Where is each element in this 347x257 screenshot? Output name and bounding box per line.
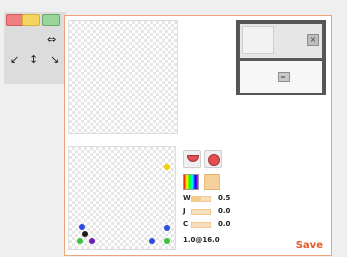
slider-w: W 0.5 — [183, 194, 243, 204]
top-canvas[interactable] — [68, 20, 178, 134]
slider-c: C 0.0 — [183, 220, 243, 230]
slider-w-track[interactable] — [191, 196, 211, 202]
preview-bottom — [240, 61, 322, 93]
control-point[interactable] — [79, 224, 85, 230]
slider-c-label: C — [183, 220, 189, 228]
ratio-readout: 1.0@16.0 — [183, 236, 220, 244]
gradient-icon[interactable] — [183, 174, 199, 190]
move-horizontal-icon[interactable]: ⇔ — [47, 34, 56, 45]
slider-w-fill — [192, 197, 201, 201]
slider-c-track[interactable] — [191, 222, 211, 228]
move-vertical-icon[interactable]: ↕ — [29, 54, 38, 65]
control-point[interactable] — [149, 238, 155, 244]
slider-c-value: 0.0 — [218, 220, 231, 228]
slider-w-value: 0.5 — [218, 194, 231, 202]
preview-panel: × — [236, 20, 326, 95]
close-icon[interactable]: × — [307, 34, 319, 46]
control-point[interactable] — [77, 238, 83, 244]
image-icon[interactable] — [278, 72, 290, 82]
arrow-down-left-icon[interactable]: ↙ — [10, 54, 19, 65]
slider-j-label: J — [183, 207, 186, 215]
arrow-down-right-icon[interactable]: ↘ — [50, 54, 59, 65]
slider-j-value: 0.0 — [218, 207, 231, 215]
swatch-green-icon[interactable] — [42, 14, 60, 26]
slider-j: J 0.0 — [183, 207, 243, 217]
control-point[interactable] — [82, 231, 88, 237]
tool-strip: ⇔ ↙ ↕ ↘ — [4, 12, 66, 84]
control-point[interactable] — [164, 225, 170, 231]
slider-w-label: W — [183, 194, 191, 202]
control-point[interactable] — [89, 238, 95, 244]
swatch-yellow-icon[interactable] — [22, 14, 40, 26]
control-point[interactable] — [164, 238, 170, 244]
save-button[interactable]: Save — [296, 240, 323, 251]
bottom-canvas[interactable] — [68, 146, 176, 250]
preview-tab — [242, 26, 274, 54]
color-swatch-icon[interactable] — [204, 174, 220, 190]
slider-j-track[interactable] — [191, 209, 211, 215]
control-point[interactable] — [164, 164, 170, 170]
circle-icon[interactable] — [204, 150, 222, 168]
preview-top: × — [240, 24, 322, 58]
half-circle-icon[interactable] — [183, 150, 201, 168]
